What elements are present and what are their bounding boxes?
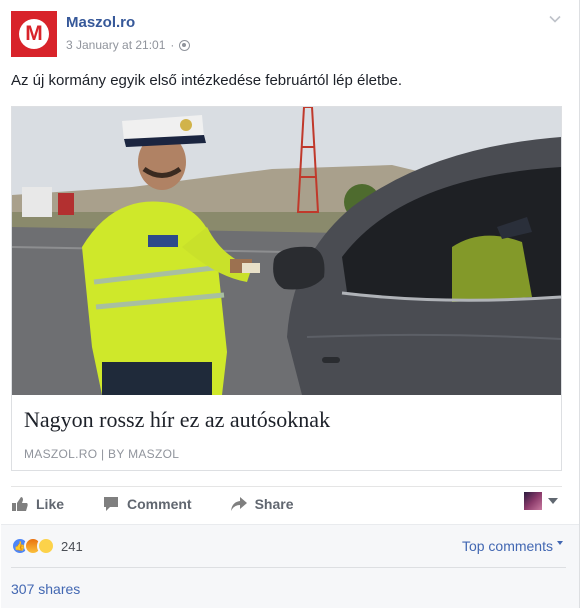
link-preview-card[interactable]: Nagyon rossz hír ez az autósoknak MASZOL…	[11, 106, 562, 471]
page-name-link[interactable]: Maszol.ro	[66, 14, 135, 31]
sad-reaction-icon	[37, 537, 55, 555]
share-button[interactable]: Share	[230, 495, 294, 513]
post-timestamp[interactable]: 3 January at 21:01	[66, 38, 165, 52]
shares-count-link[interactable]: 307 shares	[11, 581, 80, 597]
user-avatar-thumbnail	[524, 492, 542, 510]
top-comments-dropdown[interactable]: Top comments	[462, 538, 563, 554]
link-title[interactable]: Nagyon rossz hír ez az autósoknak	[24, 407, 330, 433]
post-actions-bar: Like Comment Share	[11, 492, 332, 516]
caret-down-icon	[548, 498, 558, 504]
thumbs-up-icon	[12, 497, 28, 511]
chevron-down-icon[interactable]	[548, 12, 562, 26]
reaction-count[interactable]: 241	[61, 539, 83, 554]
top-comments-label: Top comments	[461, 538, 553, 554]
like-label: Like	[36, 496, 65, 512]
meta-separator: ·	[170, 38, 175, 52]
comment-label: Comment	[127, 496, 192, 512]
footer-divider	[11, 567, 566, 568]
share-arrow-icon	[230, 497, 247, 511]
link-preview-image[interactable]	[12, 107, 561, 395]
avatar-logo-letter: M	[25, 22, 43, 45]
post-meta: 3 January at 21:01 ·	[66, 38, 191, 52]
globe-icon[interactable]	[179, 39, 191, 51]
share-label: Share	[254, 496, 294, 512]
like-button[interactable]: Like	[11, 495, 64, 513]
comment-button[interactable]: Comment	[102, 495, 192, 513]
post-footer: 👍 241 Top comments 307 shares	[1, 524, 579, 608]
facebook-post: M Maszol.ro 3 January at 21:01 · Az új k…	[0, 0, 580, 608]
reaction-as-selector[interactable]	[524, 492, 564, 512]
reactions-summary[interactable]: 👍 241	[11, 537, 83, 555]
comment-icon	[104, 497, 119, 511]
caret-down-icon	[557, 541, 563, 545]
post-text: Az új kormány egyik első intézkedése feb…	[11, 72, 403, 89]
link-domain: MASZOL.RO | BY MASZOL	[24, 447, 180, 461]
actions-top-divider	[11, 486, 562, 487]
page-avatar[interactable]: M	[11, 11, 57, 57]
